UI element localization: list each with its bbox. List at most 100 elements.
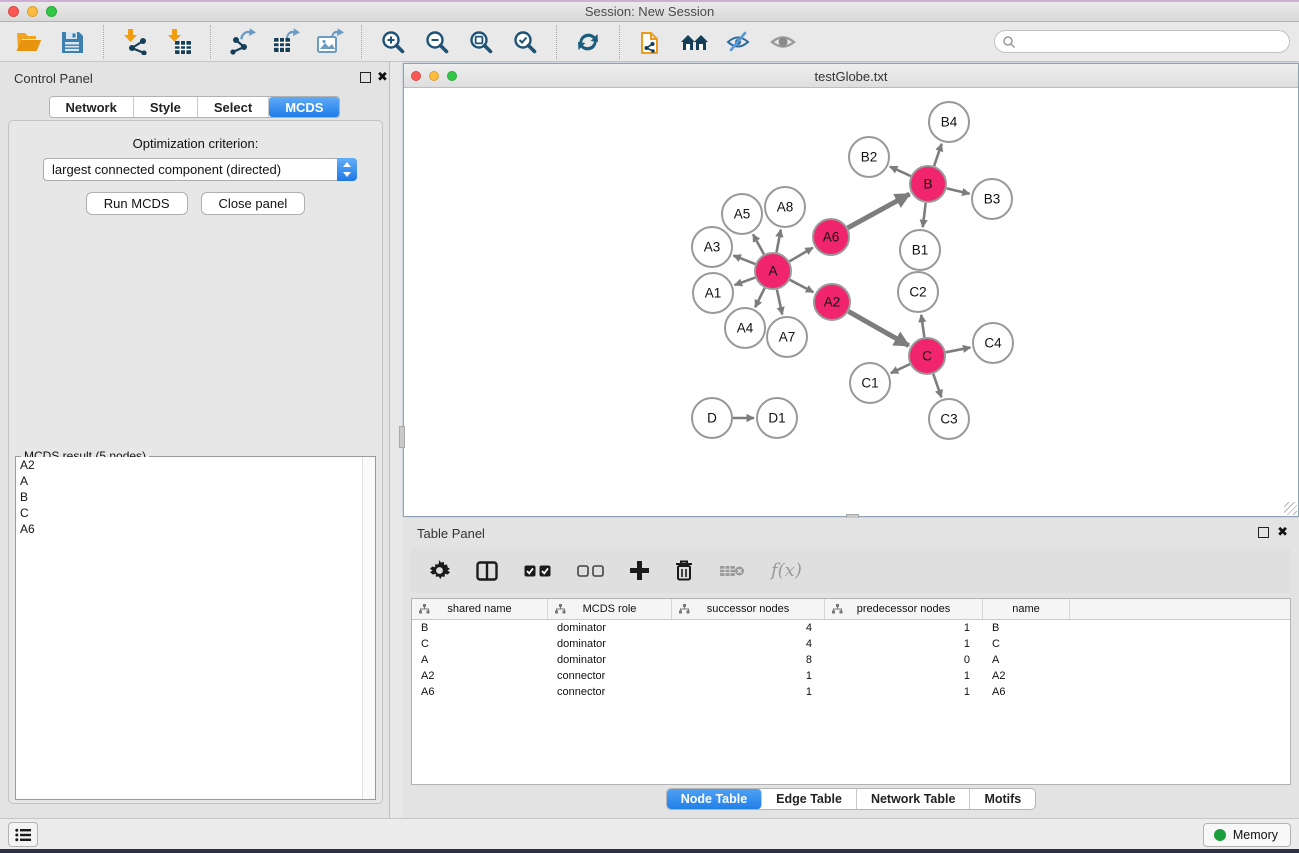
tab-motifs[interactable]: Motifs (970, 789, 1035, 809)
column-visibility-icon[interactable] (476, 561, 498, 581)
table-row[interactable]: Bdominator41B (412, 620, 1290, 636)
node-C[interactable]: C (909, 338, 945, 374)
run-mcds-button[interactable]: Run MCDS (86, 192, 188, 215)
cell-name[interactable]: A6 (983, 684, 1070, 700)
cell-successor-nodes[interactable]: 1 (672, 668, 825, 684)
node-B2[interactable]: B2 (849, 137, 889, 177)
node-C2[interactable]: C2 (898, 272, 938, 312)
cell-successor-nodes[interactable]: 4 (672, 636, 825, 652)
node-A5[interactable]: A5 (722, 194, 762, 234)
table-row[interactable]: A2connector11A2 (412, 668, 1290, 684)
table-row[interactable]: Adominator80A (412, 652, 1290, 668)
apply-layout-icon[interactable] (566, 25, 610, 59)
edge-C-C2[interactable] (921, 315, 924, 337)
search-input[interactable] (1016, 33, 1289, 51)
node-A1[interactable]: A1 (693, 273, 733, 313)
cell-successor-nodes[interactable]: 4 (672, 620, 825, 636)
node-D[interactable]: D (692, 398, 732, 438)
cell-name[interactable]: A2 (983, 668, 1070, 684)
select-all-rows-icon[interactable] (524, 565, 551, 577)
cell-MCDS-role[interactable]: connector (548, 668, 672, 684)
network-canvas[interactable]: AA1A2A3A4A5A6A7A8BB1B2B3B4CC1C2C3C4DD1 (404, 88, 1298, 516)
mcds-result-item[interactable]: A2 (16, 457, 375, 473)
node-B[interactable]: B (910, 166, 946, 202)
node-B1[interactable]: B1 (900, 230, 940, 270)
edge-B-B3[interactable] (946, 188, 969, 193)
node-B4[interactable]: B4 (929, 102, 969, 142)
cell-MCDS-role[interactable]: dominator (548, 652, 672, 668)
show-all-icon[interactable] (761, 25, 805, 59)
table-close-panel-icon[interactable]: ✖ (1277, 524, 1288, 540)
node-C1[interactable]: C1 (850, 363, 890, 403)
window-resize-grip[interactable] (1284, 502, 1297, 515)
close-panel-icon[interactable]: ✖ (377, 69, 388, 85)
edge-C-C1[interactable] (891, 364, 910, 373)
edge-B-B4[interactable] (934, 144, 942, 166)
export-image-icon[interactable] (308, 25, 352, 59)
network-graph[interactable]: AA1A2A3A4A5A6A7A8BB1B2B3B4CC1C2C3C4DD1 (404, 88, 1298, 516)
edge-A-A7[interactable] (777, 290, 782, 315)
node-A6[interactable]: A6 (813, 219, 849, 255)
cell-shared-name[interactable]: A2 (412, 668, 548, 684)
cell-successor-nodes[interactable]: 1 (672, 684, 825, 700)
column-header-shared-name[interactable]: shared name (412, 599, 548, 619)
edge-B-B2[interactable] (890, 167, 911, 177)
settings-gear-icon[interactable] (429, 560, 450, 581)
cell-predecessor-nodes[interactable]: 1 (825, 636, 983, 652)
import-table-icon[interactable] (157, 25, 201, 59)
cell-name[interactable]: B (983, 620, 1070, 636)
node-A4[interactable]: A4 (725, 308, 765, 348)
mcds-result-list[interactable]: A2ABCA6 (16, 457, 375, 799)
float-panel-icon[interactable] (360, 72, 371, 83)
node-B3[interactable]: B3 (972, 179, 1012, 219)
node-A3[interactable]: A3 (692, 227, 732, 267)
edge-B-B1[interactable] (923, 203, 926, 227)
edge-A-A8[interactable] (777, 230, 781, 253)
close-panel-button[interactable]: Close panel (201, 192, 306, 215)
zoom-selected-icon[interactable] (503, 25, 547, 59)
cell-name[interactable]: C (983, 636, 1070, 652)
hide-selected-icon[interactable] (717, 25, 761, 59)
function-builder-icon[interactable]: f(x) (771, 560, 802, 581)
new-network-from-selection-icon[interactable] (629, 25, 673, 59)
tab-mcds[interactable]: MCDS (269, 97, 339, 117)
node-A8[interactable]: A8 (765, 187, 805, 227)
cell-predecessor-nodes[interactable]: 0 (825, 652, 983, 668)
network-window-titlebar[interactable]: testGlobe.txt (404, 64, 1298, 88)
edge-C-C4[interactable] (946, 347, 971, 352)
zoom-in-icon[interactable] (371, 25, 415, 59)
memory-button[interactable]: Memory (1203, 823, 1291, 847)
tab-edge-table[interactable]: Edge Table (762, 789, 857, 809)
export-network-icon[interactable] (220, 25, 264, 59)
first-neighbors-icon[interactable] (673, 25, 717, 59)
tab-network[interactable]: Network (50, 97, 134, 117)
zoom-fit-icon[interactable] (459, 25, 503, 59)
zoom-out-icon[interactable] (415, 25, 459, 59)
table-row[interactable]: A6connector11A6 (412, 684, 1290, 700)
mcds-result-item[interactable]: C (16, 505, 375, 521)
node-A[interactable]: A (755, 253, 791, 289)
edge-A-A5[interactable] (753, 234, 764, 254)
edge-A-A1[interactable] (735, 278, 756, 286)
cell-predecessor-nodes[interactable]: 1 (825, 684, 983, 700)
table-row[interactable]: Cdominator41C (412, 636, 1290, 652)
tab-network-table[interactable]: Network Table (857, 789, 971, 809)
edge-C-C3[interactable] (933, 374, 941, 397)
criterion-dropdown[interactable]: largest connected component (directed) (43, 158, 357, 181)
cell-shared-name[interactable]: C (412, 636, 548, 652)
cell-predecessor-nodes[interactable]: 1 (825, 668, 983, 684)
export-table-icon[interactable] (264, 25, 308, 59)
edge-A-A4[interactable] (755, 288, 764, 307)
edge-A6-B[interactable] (848, 194, 910, 228)
import-network-icon[interactable] (113, 25, 157, 59)
delete-column-icon[interactable] (675, 560, 693, 581)
mcds-list-scrollbar[interactable] (362, 457, 375, 799)
column-header-name[interactable]: name (983, 599, 1070, 619)
save-session-icon[interactable] (50, 25, 94, 59)
network-vertical-scroll-thumb[interactable] (399, 426, 405, 448)
destroy-table-icon[interactable] (719, 564, 745, 578)
node-C4[interactable]: C4 (973, 323, 1013, 363)
cell-name[interactable]: A (983, 652, 1070, 668)
cell-MCDS-role[interactable]: dominator (548, 636, 672, 652)
deselect-all-rows-icon[interactable] (577, 565, 604, 577)
